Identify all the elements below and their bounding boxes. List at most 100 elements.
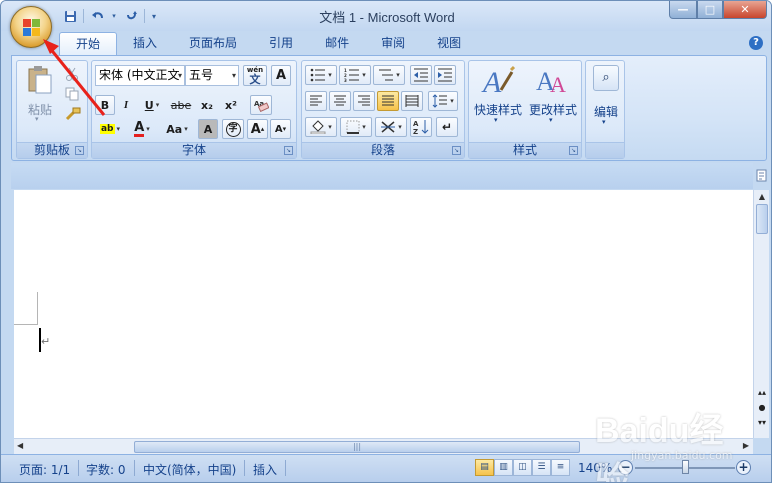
paragraph-launcher-icon[interactable]: ↘ bbox=[452, 146, 461, 155]
grow-font-button[interactable]: A ▴ bbox=[247, 119, 268, 139]
line-spacing-icon bbox=[432, 94, 448, 108]
tab-insert[interactable]: 插入 bbox=[117, 32, 173, 56]
paint-bucket-icon bbox=[310, 120, 326, 134]
highlight-button[interactable]: ab ▾ bbox=[95, 119, 125, 139]
insert-mode-indicator[interactable]: 插入 bbox=[253, 461, 277, 478]
draft-icon: ≡ bbox=[556, 462, 565, 472]
align-left-button[interactable] bbox=[305, 91, 327, 111]
increase-indent-button[interactable] bbox=[434, 65, 456, 85]
margin-corner-mark bbox=[14, 324, 38, 325]
character-border-button[interactable]: A bbox=[271, 65, 291, 86]
ribbon-tabs: 开始 插入 页面布局 引用 邮件 审阅 视图 bbox=[59, 32, 477, 56]
chinese-layout-button[interactable]: ▾ bbox=[375, 117, 407, 137]
font-group-label: 字体 bbox=[92, 142, 296, 158]
align-right-button[interactable] bbox=[353, 91, 375, 111]
numbering-button[interactable]: 1 2 3 ▾ bbox=[339, 65, 371, 85]
sort-button[interactable]: AZ bbox=[410, 117, 432, 137]
line-spacing-button[interactable]: ▾ bbox=[428, 91, 458, 111]
paste-button[interactable]: 粘贴 ▾ bbox=[23, 63, 57, 127]
clipboard-group: 粘贴 ▾ 剪贴板 ↘ bbox=[16, 60, 88, 159]
tab-references[interactable]: 引用 bbox=[253, 32, 309, 56]
tab-view[interactable]: 视图 bbox=[421, 32, 477, 56]
view-ruler-button[interactable] bbox=[755, 169, 768, 184]
svg-text:A: A bbox=[550, 72, 566, 97]
full-screen-reading-view-button[interactable]: ▥ bbox=[494, 459, 513, 476]
draft-view-button[interactable]: ≡ bbox=[551, 459, 570, 476]
close-button[interactable]: ✕ bbox=[723, 1, 767, 19]
horizontal-scroll-thumb[interactable]: ||| bbox=[134, 441, 580, 453]
vertical-scroll-thumb[interactable] bbox=[756, 204, 768, 234]
multilevel-list-button[interactable]: ▾ bbox=[373, 65, 405, 85]
enclose-characters-button[interactable]: 字 bbox=[222, 119, 244, 139]
change-case-button[interactable]: Aa ▾ bbox=[160, 119, 194, 139]
tab-mailings[interactable]: 邮件 bbox=[309, 32, 365, 56]
minimize-button[interactable]: — bbox=[669, 1, 697, 19]
strikethrough-button[interactable]: abe bbox=[168, 95, 194, 115]
show-marks-button[interactable]: ↵ bbox=[436, 117, 458, 137]
justify-button[interactable] bbox=[377, 91, 399, 111]
phonetic-char: 文 bbox=[249, 72, 261, 86]
styles-launcher-icon[interactable]: ↘ bbox=[569, 146, 578, 155]
borders-button[interactable]: ▾ bbox=[340, 117, 372, 137]
tab-page-layout[interactable]: 页面布局 bbox=[173, 32, 253, 56]
underline-button[interactable]: U ▾ bbox=[138, 95, 166, 115]
view-buttons: ▤ ▥ ◫ ☰ ≡ bbox=[475, 459, 570, 476]
bullets-button[interactable]: ▾ bbox=[305, 65, 337, 85]
outline-view-button[interactable]: ☰ bbox=[532, 459, 551, 476]
find-button[interactable]: ⌕ 编辑 ▾ bbox=[588, 63, 624, 133]
chevron-down-icon: ▾ bbox=[177, 71, 182, 80]
paragraph-group-label: 段落 bbox=[302, 142, 464, 158]
distributed-button[interactable] bbox=[401, 91, 423, 111]
maximize-button[interactable]: □ bbox=[697, 1, 723, 19]
bold-button[interactable]: B bbox=[95, 95, 115, 115]
font-size-value: 五号 bbox=[189, 68, 214, 82]
print-layout-view-button[interactable]: ▤ bbox=[475, 459, 494, 476]
tab-review[interactable]: 审阅 bbox=[365, 32, 421, 56]
scroll-left-icon[interactable]: ◀ bbox=[17, 441, 23, 450]
subscript-button[interactable]: x₂ bbox=[196, 95, 218, 115]
vertical-scrollbar[interactable]: ▲ ▴▴ ● ▾▾ bbox=[753, 190, 769, 438]
office-button[interactable] bbox=[10, 6, 52, 48]
page-count[interactable]: 页面: 1/1 bbox=[19, 461, 70, 478]
font-launcher-icon[interactable]: ↘ bbox=[284, 146, 293, 155]
styles-group: A 快速样式 ▾ A A 更改样式 ▾ 样式 ↘ bbox=[468, 60, 582, 159]
next-page-icon[interactable]: ▾▾ bbox=[754, 418, 770, 427]
phonetic-guide-button[interactable]: wén 文 bbox=[243, 65, 267, 86]
help-icon[interactable]: ? bbox=[749, 36, 763, 50]
align-center-button[interactable] bbox=[329, 91, 351, 111]
font-name-select[interactable]: 宋体 (中文正文 ▾ bbox=[95, 65, 185, 86]
superscript-button[interactable]: x² bbox=[220, 95, 242, 115]
language-indicator[interactable]: 中文(简体，中国) bbox=[143, 461, 236, 478]
format-painter-button[interactable] bbox=[65, 107, 83, 123]
italic-button[interactable]: I bbox=[117, 95, 135, 115]
shrink-font-button[interactable]: A ▾ bbox=[270, 119, 291, 139]
bullets-icon bbox=[310, 68, 326, 82]
decrease-indent-icon bbox=[414, 68, 428, 82]
word-count[interactable]: 字数: 0 bbox=[86, 461, 126, 478]
shading-button[interactable]: ▾ bbox=[305, 117, 337, 137]
scroll-up-icon[interactable]: ▲ bbox=[754, 192, 770, 204]
decrease-indent-button[interactable] bbox=[410, 65, 432, 85]
change-styles-button[interactable]: A A 更改样式 ▾ bbox=[526, 63, 580, 131]
maximize-icon: □ bbox=[704, 3, 716, 16]
align-left-icon bbox=[310, 95, 322, 106]
cut-button[interactable] bbox=[65, 67, 83, 83]
select-browse-object-icon[interactable]: ● bbox=[754, 403, 770, 412]
font-name-value: 宋体 (中文正文 bbox=[99, 68, 180, 82]
increase-indent-icon bbox=[438, 68, 452, 82]
align-center-icon bbox=[334, 95, 346, 106]
font-size-select[interactable]: 五号 ▾ bbox=[185, 65, 239, 86]
outline-icon: ☰ bbox=[537, 462, 546, 472]
copy-button[interactable] bbox=[65, 87, 83, 103]
clear-formatting-button[interactable]: Aa bbox=[250, 95, 272, 115]
quick-styles-button[interactable]: A 快速样式 ▾ bbox=[472, 63, 524, 131]
font-color-button[interactable]: A ▾ bbox=[127, 119, 157, 139]
web-layout-view-button[interactable]: ◫ bbox=[513, 459, 532, 476]
scroll-right-icon[interactable]: ▶ bbox=[743, 441, 749, 450]
clipboard-launcher-icon[interactable]: ↘ bbox=[75, 146, 84, 155]
paragraph-mark-icon: ↵ bbox=[441, 120, 453, 134]
sort-icon: AZ bbox=[413, 120, 429, 135]
character-shading-button[interactable]: A bbox=[198, 119, 218, 139]
tab-home[interactable]: 开始 bbox=[59, 32, 118, 56]
previous-page-icon[interactable]: ▴▴ bbox=[754, 388, 770, 397]
